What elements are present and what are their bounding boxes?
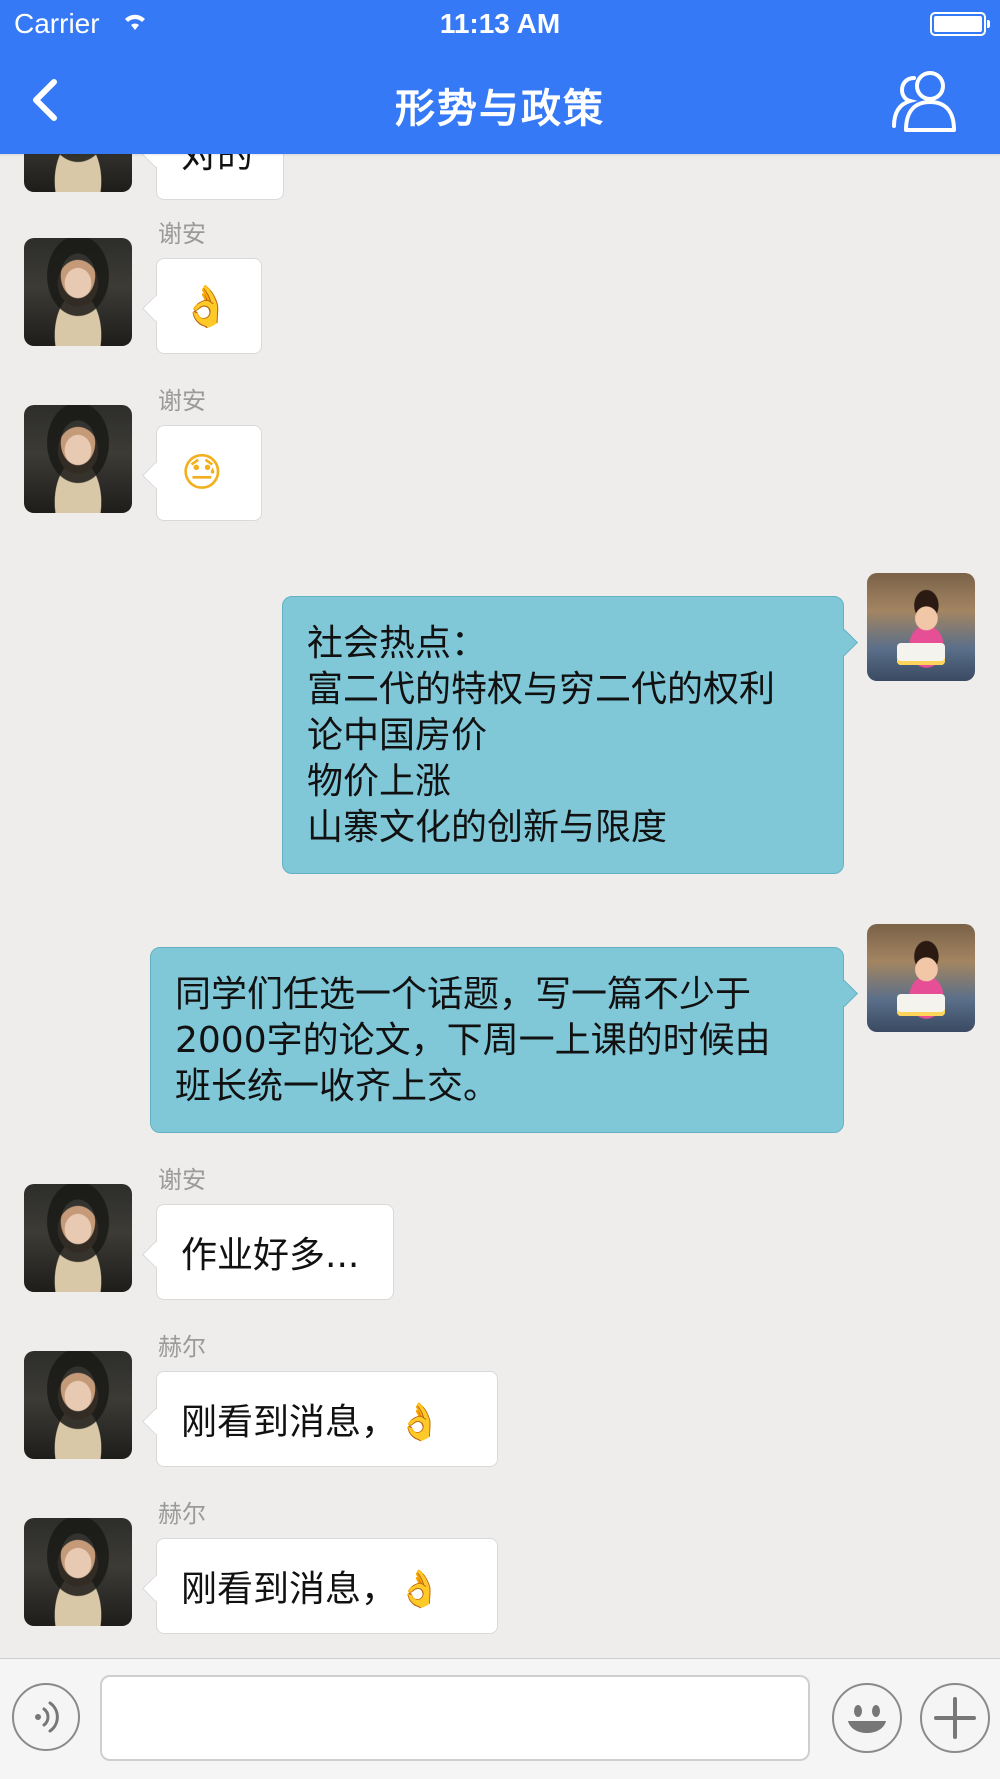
voice-icon: [35, 1701, 59, 1733]
avatar[interactable]: [24, 1184, 132, 1292]
message-line: 富二代的特权与穷二代的权利: [307, 669, 776, 710]
nav-bar: 形势与政策: [0, 50, 1000, 154]
message-line: 山寨文化的创新与限度: [307, 807, 668, 848]
message-bubble[interactable]: 社会热点： 富二代的特权与穷二代的权利 论中国房价 物价上涨 山寨文化的创新与限…: [282, 596, 844, 874]
input-bar: [0, 1658, 1000, 1779]
message-line: 论中国房价: [307, 715, 488, 756]
sender-name: 谢安: [158, 1166, 206, 1194]
ok-hand-emoji: 👌: [181, 283, 231, 330]
chat-list[interactable]: 对的 谢安 👌 谢安 😓 社会热点： 富二代的特权与穷二代的权利 论中国房价 物…: [0, 154, 1000, 1658]
avatar[interactable]: [24, 1351, 132, 1459]
avatar[interactable]: [867, 924, 975, 1032]
group-members-icon[interactable]: [890, 66, 960, 136]
message-line: 同学们任选一个话题，写一篇不少于: [175, 974, 752, 1015]
plus-button[interactable]: [920, 1683, 990, 1753]
message-bubble[interactable]: 同学们任选一个话题，写一篇不少于 2000字的论文，下周一上课的时候由 班长统一…: [150, 947, 844, 1133]
message-bubble[interactable]: 😓: [156, 425, 262, 521]
message-text: 对的: [181, 154, 254, 176]
message-bubble[interactable]: 作业好多...: [156, 1204, 394, 1300]
message-line: 2000字的论文，下周一上课的时候由: [175, 1020, 771, 1061]
message-bubble[interactable]: 刚看到消息，👌: [156, 1371, 498, 1467]
avatar[interactable]: [867, 573, 975, 681]
sender-name: 赫尔: [158, 1333, 206, 1361]
message-text: 作业好多...: [181, 1235, 360, 1276]
voice-button[interactable]: [12, 1683, 80, 1751]
message-line: 社会热点：: [307, 623, 488, 664]
message-line: 物价上涨: [307, 761, 452, 802]
status-bar: Carrier 11:13 AM: [0, 0, 1000, 50]
sender-name: 谢安: [158, 220, 206, 248]
clock: 11:13 AM: [439, 8, 561, 39]
emoji-button[interactable]: [832, 1683, 902, 1753]
avatar[interactable]: [24, 1518, 132, 1626]
message-bubble[interactable]: 刚看到消息，👌: [156, 1538, 498, 1634]
message-line: 班长统一收齐上交。: [175, 1066, 500, 1107]
message-bubble[interactable]: 对的: [156, 154, 284, 200]
avatar[interactable]: [24, 154, 132, 192]
plus-icon: [934, 1697, 976, 1739]
sweat-face-emoji: 😓: [181, 450, 223, 496]
message-text: 刚看到消息，👌: [181, 1569, 442, 1610]
message-text: 刚看到消息，👌: [181, 1402, 442, 1443]
sender-name: 赫尔: [158, 1500, 206, 1528]
emoji-icon: [848, 1705, 886, 1733]
avatar[interactable]: [24, 405, 132, 513]
avatar[interactable]: [24, 238, 132, 346]
message-bubble[interactable]: 👌: [156, 258, 262, 354]
message-input[interactable]: [100, 1675, 810, 1761]
sender-name: 谢安: [158, 387, 206, 415]
battery-icon: [930, 12, 990, 36]
page-title: 形势与政策: [395, 86, 605, 132]
